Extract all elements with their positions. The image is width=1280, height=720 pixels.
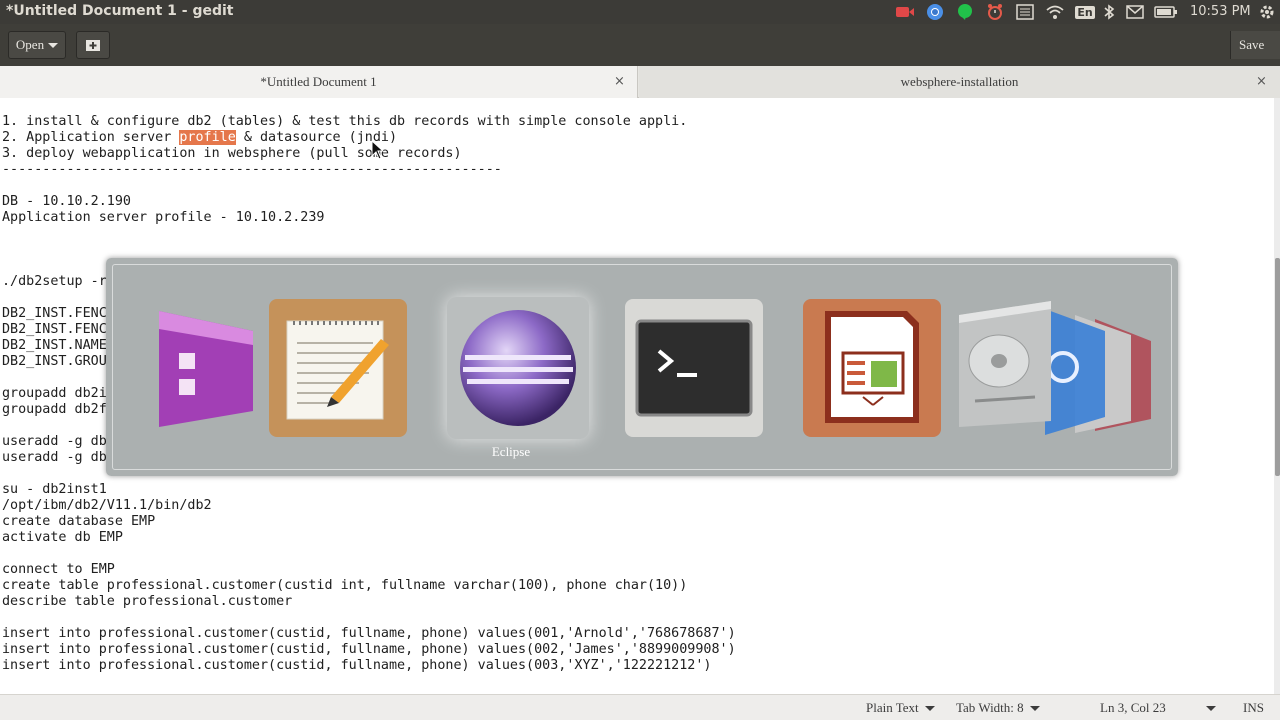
wifi-icon[interactable] bbox=[1044, 3, 1066, 21]
mouse-cursor-icon bbox=[371, 140, 385, 160]
system-gear-icon[interactable] bbox=[1256, 3, 1278, 21]
tab-websphere-installation[interactable]: websphere-installation bbox=[639, 66, 1280, 98]
close-icon[interactable]: × bbox=[614, 74, 625, 89]
editor-line[interactable]: activate db EMP bbox=[2, 530, 736, 546]
tab-label: *Untitled Document 1 bbox=[260, 74, 377, 89]
chat-status-icon[interactable] bbox=[954, 3, 976, 21]
tab-width-selector[interactable]: Tab Width: 8 bbox=[956, 700, 1040, 716]
insert-mode-indicator[interactable]: INS bbox=[1243, 700, 1264, 716]
window-title: *Untitled Document 1 - gedit bbox=[6, 3, 234, 19]
search-highlight: profile bbox=[179, 130, 236, 145]
selected-app-label: Eclipse bbox=[491, 444, 531, 459]
new-document-button[interactable] bbox=[76, 31, 110, 59]
new-document-icon bbox=[86, 40, 100, 51]
position-dropdown[interactable] bbox=[1206, 706, 1216, 711]
libreoffice-impress-icon[interactable] bbox=[803, 299, 941, 437]
editor-line[interactable]: 3. deploy webapplication in websphere (p… bbox=[2, 146, 736, 162]
cursor-position-label: Ln 3, Col 23 bbox=[1100, 700, 1166, 715]
editor-line[interactable]: describe table professional.customer bbox=[2, 594, 736, 610]
editor-line[interactable] bbox=[2, 546, 736, 562]
editor-line[interactable]: DB - 10.10.2.190 bbox=[2, 194, 736, 210]
clipboard-menu-icon[interactable] bbox=[1014, 3, 1036, 21]
editor-line[interactable] bbox=[2, 610, 736, 626]
clock[interactable]: 10:53 PM bbox=[1190, 4, 1251, 19]
tab-width-label: Tab Width: 8 bbox=[956, 700, 1024, 715]
open-button-label: Open bbox=[15, 37, 45, 52]
insert-mode-label: INS bbox=[1243, 700, 1264, 715]
close-icon[interactable]: × bbox=[1256, 74, 1267, 89]
battery-icon[interactable] bbox=[1154, 3, 1178, 21]
editor-line[interactable]: insert into professional.customer(custid… bbox=[2, 642, 736, 658]
editor-line[interactable]: Application server profile - 10.10.2.239 bbox=[2, 210, 736, 226]
status-bar: Plain Text Tab Width: 8 Ln 3, Col 23 INS bbox=[0, 694, 1280, 720]
language-label: Plain Text bbox=[866, 700, 919, 715]
editor-line[interactable]: 1. install & configure db2 (tables) & te… bbox=[2, 114, 736, 130]
editor-line[interactable] bbox=[2, 242, 736, 258]
chevron-down-icon bbox=[1029, 705, 1040, 711]
editor-line[interactable]: ----------------------------------------… bbox=[2, 162, 736, 178]
screen-recorder-icon[interactable] bbox=[894, 3, 916, 21]
editor-line[interactable] bbox=[2, 178, 736, 194]
editor-line[interactable]: insert into professional.customer(custid… bbox=[2, 658, 736, 674]
editor-line[interactable]: create table professional.customer(custi… bbox=[2, 578, 736, 594]
tab-untitled-document[interactable]: *Untitled Document 1 bbox=[0, 66, 638, 98]
editor-line[interactable]: create database EMP bbox=[2, 514, 736, 530]
keyboard-language-label: En bbox=[1075, 5, 1095, 19]
tab-label: websphere-installation bbox=[900, 74, 1019, 89]
editor-line[interactable]: su - db2inst1 bbox=[2, 482, 736, 498]
chevron-down-icon bbox=[48, 42, 59, 48]
cursor-position[interactable]: Ln 3, Col 23 bbox=[1100, 700, 1166, 716]
eclipse-icon[interactable] bbox=[447, 297, 589, 439]
editor-line[interactable]: 2. Application server profile & datasour… bbox=[2, 130, 736, 146]
app-switcher: Eclipse bbox=[106, 258, 1178, 476]
app-switcher-frame bbox=[112, 264, 1172, 470]
gedit-icon[interactable] bbox=[269, 299, 407, 437]
chevron-down-icon bbox=[1206, 706, 1216, 711]
language-selector[interactable]: Plain Text bbox=[866, 700, 935, 716]
line-text: 2. Application server bbox=[2, 130, 180, 145]
keyboard-language-icon[interactable]: En bbox=[1074, 3, 1096, 21]
terminal-icon[interactable] bbox=[625, 299, 763, 437]
scrollbar-thumb[interactable] bbox=[1275, 258, 1280, 476]
alarm-clock-icon[interactable] bbox=[984, 3, 1006, 21]
editor-line[interactable]: insert into professional.customer(custid… bbox=[2, 626, 736, 642]
chromium-icon[interactable] bbox=[924, 3, 946, 21]
open-button[interactable]: Open bbox=[8, 31, 66, 59]
chevron-down-icon bbox=[924, 705, 935, 711]
editor-line[interactable]: connect to EMP bbox=[2, 562, 736, 578]
bluetooth-icon[interactable] bbox=[1100, 3, 1118, 21]
purple-app-icon[interactable] bbox=[153, 301, 259, 435]
tab-bar: *Untitled Document 1 × websphere-install… bbox=[0, 66, 1280, 98]
top-panel: *Untitled Document 1 - gedit En 10:53 PM bbox=[0, 0, 1280, 24]
save-button-label: Save bbox=[1239, 37, 1265, 52]
mail-icon[interactable] bbox=[1124, 3, 1146, 21]
toolbar: Open Save bbox=[0, 24, 1280, 66]
disk-utility-icon[interactable] bbox=[955, 301, 1155, 435]
save-button[interactable]: Save bbox=[1230, 31, 1280, 59]
editor-line[interactable]: /opt/ibm/db2/V11.1/bin/db2 bbox=[2, 498, 736, 514]
editor-line[interactable] bbox=[2, 226, 736, 242]
